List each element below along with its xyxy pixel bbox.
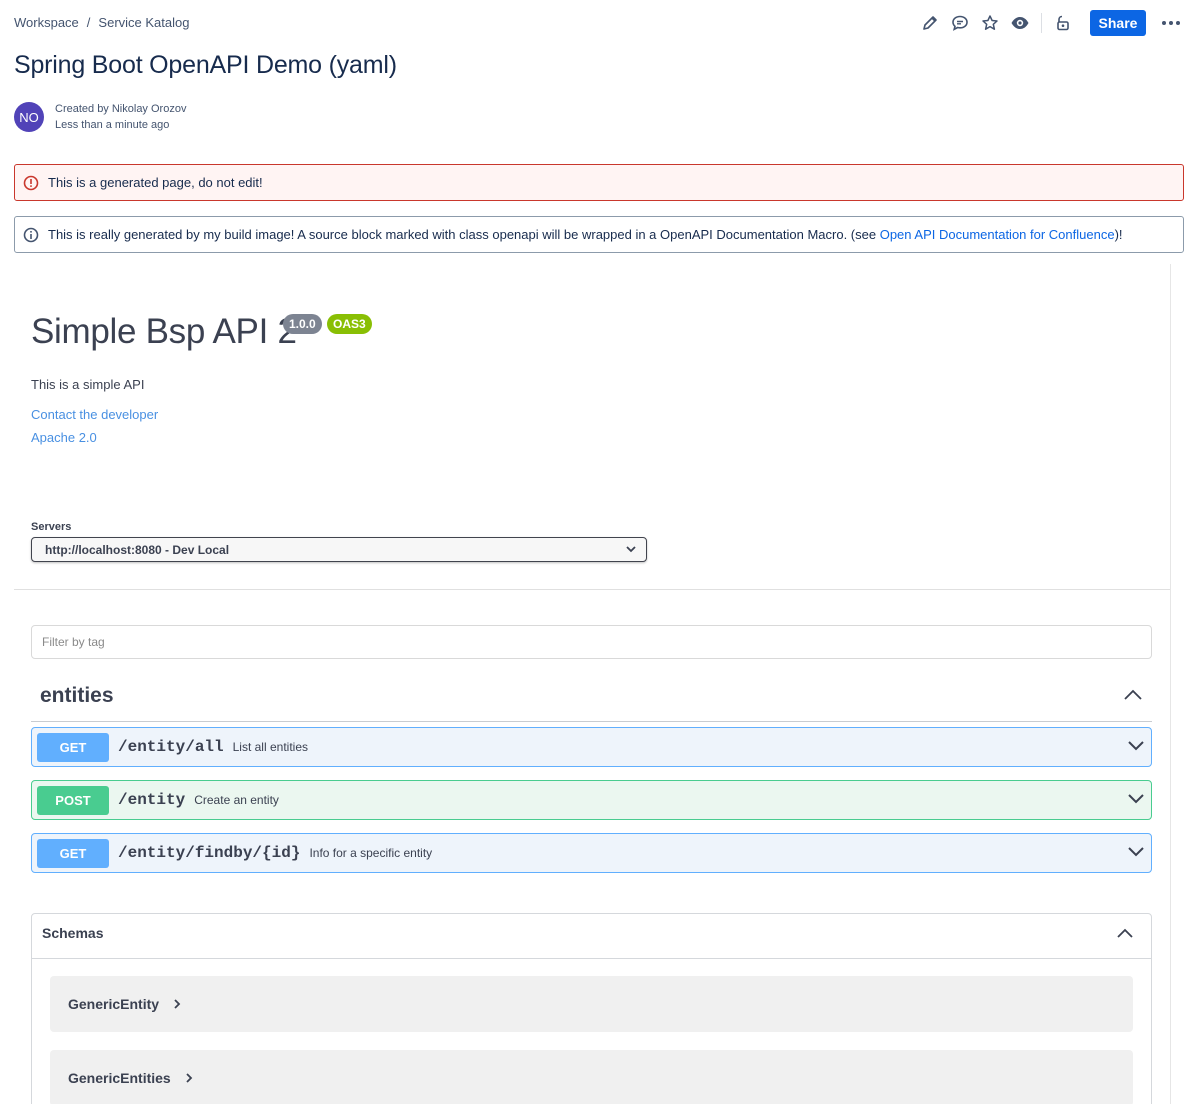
schemas-divider	[32, 958, 1151, 959]
watch-icon[interactable]	[1005, 10, 1035, 36]
schemas-title[interactable]: Schemas	[42, 925, 103, 941]
toolbar-divider	[1041, 13, 1042, 33]
chevron-right-icon	[186, 1073, 192, 1083]
collapse-icon[interactable]	[1123, 688, 1143, 704]
info-panel: This is really generated by my build ima…	[14, 216, 1184, 253]
operation-get-entity-all[interactable]: GET /entity/all List all entities	[31, 727, 1152, 767]
share-button[interactable]: Share	[1090, 10, 1146, 36]
edit-icon[interactable]	[915, 10, 945, 36]
avatar[interactable]: NO	[14, 102, 44, 132]
method-badge: POST	[37, 785, 109, 815]
page-title: Spring Boot OpenAPI Demo (yaml)	[14, 51, 397, 79]
oas-badge: OAS3	[327, 314, 372, 334]
method-badge: GET	[37, 838, 109, 868]
operation-path: /entity/findby/{id}	[118, 844, 301, 862]
error-icon	[23, 175, 39, 191]
chevron-down-icon	[626, 546, 636, 553]
timestamp: Less than a minute ago	[55, 119, 170, 131]
info-icon	[23, 227, 39, 243]
divider	[14, 589, 1170, 590]
chevron-right-icon	[174, 999, 181, 1009]
tag-divider	[31, 721, 1152, 722]
model-name: GenericEntity	[68, 996, 160, 1012]
page-toolbar: Share	[915, 10, 1186, 36]
operation-summary: Create an entity	[194, 793, 279, 807]
error-panel-text: This is a generated page, do not edit!	[48, 175, 263, 190]
comment-icon[interactable]	[945, 10, 975, 36]
model-generic-entities[interactable]: GenericEntities	[50, 1050, 1133, 1104]
breadcrumb: Workspace / Service Katalog	[14, 15, 189, 30]
breadcrumb-separator: /	[86, 15, 91, 30]
filter-by-tag-input[interactable]	[31, 625, 1152, 659]
openapi-documentation: Simple Bsp API 2 1.0.0 OAS3 This is a si…	[14, 264, 1171, 1104]
more-icon[interactable]	[1156, 10, 1186, 36]
info-panel-prefix: This is really generated by my build ima…	[48, 227, 880, 242]
byline-text: Created by Nikolay Orozov Less than a mi…	[55, 101, 186, 133]
byline: NO Created by Nikolay Orozov Less than a…	[14, 101, 186, 133]
collapse-icon[interactable]	[1116, 926, 1134, 944]
schemas-section: Schemas GenericEntity GenericEntities	[31, 913, 1152, 1104]
tag-title[interactable]: entities	[40, 684, 114, 708]
operation-path: /entity/all	[118, 738, 224, 756]
contact-developer-link[interactable]: Contact the developer	[31, 407, 158, 422]
operation-post-entity[interactable]: POST /entity Create an entity	[31, 780, 1152, 820]
error-panel: This is a generated page, do not edit!	[14, 164, 1184, 201]
servers-selected: http://localhost:8080 - Dev Local	[45, 542, 230, 557]
chevron-down-icon[interactable]	[1127, 846, 1145, 858]
openapi-doc-link[interactable]: Open API Documentation for Confluence	[880, 227, 1115, 242]
star-icon[interactable]	[975, 10, 1005, 36]
model-generic-entity[interactable]: GenericEntity	[50, 976, 1133, 1032]
breadcrumb-service-katalog[interactable]: Service Katalog	[98, 15, 189, 30]
model-name: GenericEntities	[68, 1070, 171, 1086]
breadcrumb-workspace[interactable]: Workspace	[14, 15, 79, 30]
operation-get-entity-findby[interactable]: GET /entity/findby/{id} Info for a speci…	[31, 833, 1152, 873]
version-badge: 1.0.0	[283, 314, 322, 334]
info-panel-suffix: )!	[1114, 227, 1123, 242]
api-title: Simple Bsp API 2	[31, 312, 297, 351]
operation-summary: List all entities	[232, 740, 308, 754]
operation-summary: Info for a specific entity	[309, 846, 433, 860]
info-panel-text: This is really generated by my build ima…	[48, 227, 1123, 242]
chevron-down-icon[interactable]	[1127, 793, 1145, 805]
restrictions-icon[interactable]	[1048, 10, 1078, 36]
operation-path: /entity	[118, 791, 186, 809]
created-by: Created by Nikolay Orozov	[55, 103, 187, 115]
servers-select[interactable]: http://localhost:8080 - Dev Local	[31, 537, 647, 562]
license-link[interactable]: Apache 2.0	[31, 430, 97, 445]
method-badge: GET	[37, 732, 109, 762]
chevron-down-icon[interactable]	[1127, 740, 1145, 752]
servers-label: Servers	[31, 521, 72, 533]
api-description: This is a simple API	[31, 377, 145, 392]
